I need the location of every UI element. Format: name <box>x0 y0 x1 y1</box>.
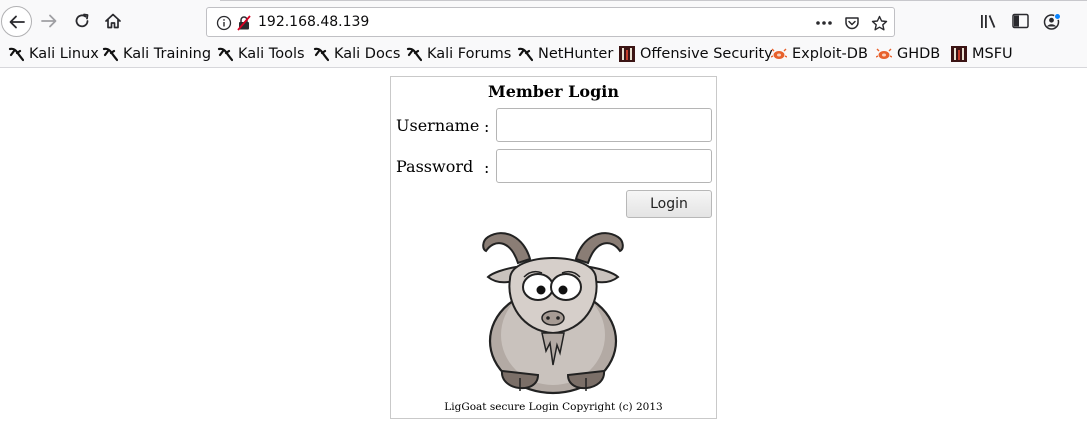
bookmark-kali-training[interactable]: Kali Training <box>102 44 211 64</box>
bookmark-exploit-db[interactable]: Exploit-DB <box>771 44 868 64</box>
login-panel: Member Login Username : Password : Login <box>390 76 717 419</box>
back-button[interactable] <box>1 6 32 37</box>
bookmark-label: Kali Training <box>123 46 212 62</box>
bookmark-label: Kali Linux <box>29 46 99 62</box>
bookmark-offensive-security[interactable]: Offensive Security <box>619 44 773 64</box>
forward-button[interactable] <box>34 6 64 36</box>
username-colon: : <box>484 117 490 136</box>
star-icon[interactable] <box>871 15 888 32</box>
home-button[interactable] <box>98 6 128 36</box>
password-colon: : <box>484 158 490 177</box>
tab-strip-edge <box>220 0 1087 1</box>
library-icon[interactable] <box>980 13 998 30</box>
bookmark-label: Kali Forums <box>427 46 512 62</box>
bookmark-label: Kali Docs <box>334 46 401 62</box>
username-label: Username <box>396 116 480 135</box>
bookmark-kali-docs[interactable]: Kali Docs <box>313 44 400 64</box>
offsec-icon <box>619 46 635 62</box>
home-icon <box>105 13 121 29</box>
copyright-text: LigGoat secure Login Copyright (c) 2013 <box>444 401 663 413</box>
kali-dragon-icon <box>406 47 422 62</box>
kali-dragon-icon <box>517 47 533 62</box>
bookmark-kali-linux[interactable]: Kali Linux <box>8 44 99 64</box>
login-button[interactable]: Login <box>626 190 712 218</box>
bookmark-label: NetHunter <box>538 46 614 62</box>
bookmark-nethunter[interactable]: NetHunter <box>517 44 613 64</box>
kali-dragon-icon <box>217 47 233 62</box>
goat-mascot-icon <box>482 232 624 395</box>
username-input[interactable] <box>496 108 712 142</box>
back-arrow-icon <box>9 15 25 28</box>
reload-button[interactable] <box>67 6 97 36</box>
info-icon[interactable] <box>216 15 232 31</box>
more-dots-icon[interactable] <box>815 20 833 26</box>
bookmark-label: Kali Tools <box>238 46 305 62</box>
bookmark-kali-forums[interactable]: Kali Forums <box>406 44 511 64</box>
url-text[interactable]: 192.168.48.139 <box>258 14 369 30</box>
kali-dragon-icon <box>8 47 24 62</box>
kali-dragon-icon <box>102 47 118 62</box>
url-bar[interactable]: 192.168.48.139 <box>206 7 895 37</box>
pocket-icon[interactable] <box>844 15 860 31</box>
bookmark-label: Exploit-DB <box>792 46 868 62</box>
browser-toolbar: 192.168.48.139 <box>0 0 1087 42</box>
insecure-lock-icon[interactable] <box>236 15 252 31</box>
password-input[interactable] <box>496 149 712 183</box>
bookmark-kali-tools[interactable]: Kali Tools <box>217 44 305 64</box>
bookmarks-toolbar: Kali Linux Kali Training Kali Tools Kali… <box>0 42 1087 68</box>
bookmark-ghdb[interactable]: GHDB <box>876 44 940 64</box>
reload-icon <box>75 13 89 28</box>
forward-arrow-icon <box>41 14 57 28</box>
bookmark-msfu[interactable]: MSFU <box>951 44 1013 64</box>
login-title: Member Login <box>487 82 619 101</box>
account-icon[interactable] <box>1043 13 1061 31</box>
bookmark-label: Offensive Security <box>640 46 773 62</box>
offsec-icon <box>951 46 967 62</box>
bookmark-label: MSFU <box>972 46 1013 62</box>
exploitdb-bug-icon <box>771 48 787 59</box>
kali-dragon-icon <box>313 47 329 62</box>
password-label: Password <box>396 157 474 176</box>
sidebar-icon[interactable] <box>1012 13 1029 29</box>
bookmark-label: GHDB <box>897 46 941 62</box>
exploitdb-bug-icon <box>876 48 892 59</box>
